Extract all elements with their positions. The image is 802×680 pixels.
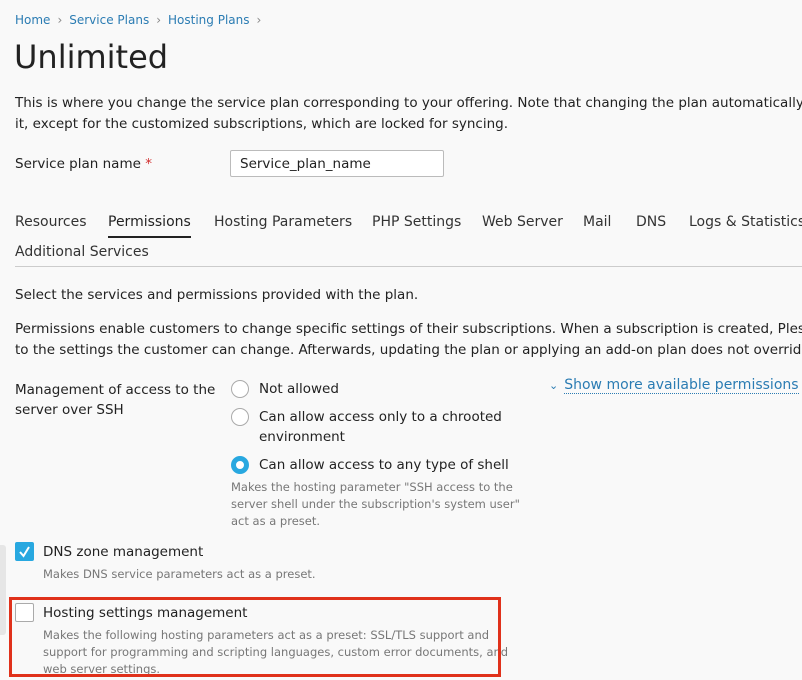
tab-resources[interactable]: Resources [15, 214, 87, 230]
tab-hosting-parameters[interactable]: Hosting Parameters [214, 214, 352, 230]
highlight-box [9, 597, 501, 677]
radio-label-not-allowed[interactable]: Not allowed [259, 381, 339, 397]
radio-label-chrooted-2: environment [259, 429, 345, 445]
tab-logs-statistics[interactable]: Logs & Statistics [689, 214, 802, 230]
tab-php-settings[interactable]: PHP Settings [372, 214, 461, 230]
permissions-text-1: Permissions enable customers to change s… [15, 321, 802, 337]
checkmark-icon [19, 546, 30, 558]
chevron-down-icon: ⌄ [549, 379, 559, 392]
tab-permissions[interactable]: Permissions [108, 214, 191, 238]
dns-hint: Makes DNS service parameters act as a pr… [43, 567, 316, 581]
ssh-hint: Makes the hosting parameter "SSH access … [231, 480, 520, 528]
show-more-permissions[interactable]: ⌄ Show more available permissions [549, 377, 799, 394]
tab-additional-services[interactable]: Additional Services [15, 244, 149, 260]
ssh-label-2: server over SSH [15, 402, 124, 418]
radio-label-any-shell[interactable]: Can allow access to any type of shell [259, 457, 509, 473]
tab-dns[interactable]: DNS [636, 214, 666, 230]
breadcrumb-home[interactable]: Home [15, 13, 50, 27]
intro-line-2: it, except for the customized subscripti… [15, 116, 509, 132]
dns-checkbox[interactable] [15, 542, 34, 561]
breadcrumb-service-plans[interactable]: Service Plans [69, 13, 149, 27]
tab-mail[interactable]: Mail [583, 214, 611, 230]
plan-name-label: Service plan name * [15, 156, 152, 172]
chevron-right-icon: › [156, 13, 162, 27]
page-title: Unlimited [14, 38, 169, 76]
chevron-right-icon: › [256, 13, 262, 27]
radio-any-shell[interactable] [231, 456, 249, 474]
dns-label[interactable]: DNS zone management [43, 544, 203, 560]
breadcrumb-hosting-plans[interactable]: Hosting Plans [168, 13, 249, 27]
radio-label-chrooted[interactable]: Can allow access only to a chrooted [259, 409, 502, 425]
tab-web-server[interactable]: Web Server [482, 214, 563, 230]
plan-name-input[interactable]: Service_plan_name [230, 150, 444, 177]
chevron-right-icon: › [57, 13, 63, 27]
tabs-divider [15, 266, 802, 267]
radio-chrooted[interactable] [231, 408, 249, 426]
side-panel-handle[interactable] [0, 545, 6, 635]
permissions-text-2: to the settings the customer can change.… [15, 342, 802, 358]
ssh-label-1: Management of access to the [15, 382, 216, 398]
section-intro: Select the services and permissions prov… [15, 287, 419, 303]
intro-line-1: This is where you change the service pla… [15, 95, 802, 111]
radio-not-allowed[interactable] [231, 380, 249, 398]
breadcrumb: Home › Service Plans › Hosting Plans › [15, 13, 268, 27]
